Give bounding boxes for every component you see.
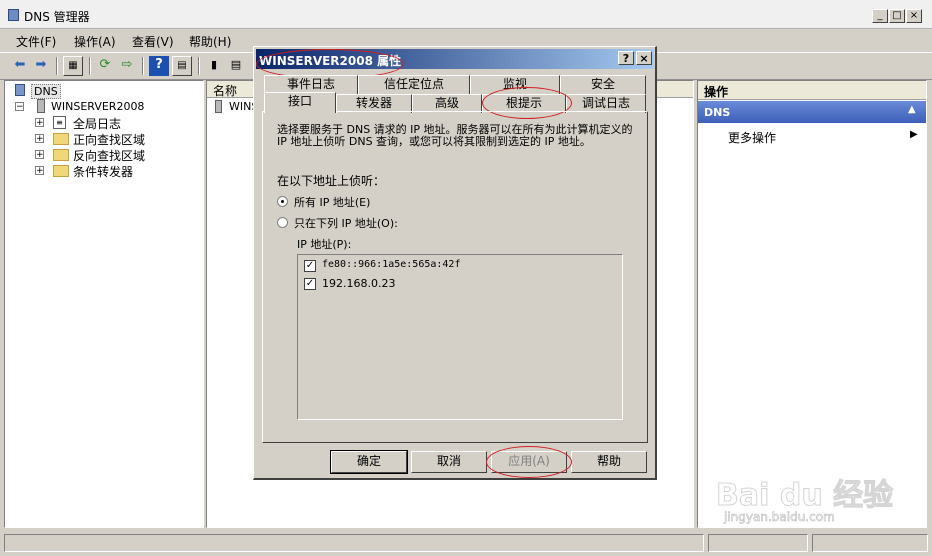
interfaces-description: 选择要服务于 DNS 请求的 IP 地址。服务器可以在所有为此计算机定义的 IP… [277,123,633,148]
tree-label: 全局日志 [73,117,122,131]
server-icon [37,99,45,113]
list-icon[interactable]: ▤ [226,56,246,76]
tab-security[interactable]: 安全 [560,75,646,94]
actions-section-dns[interactable]: DNS ▲ [698,101,926,123]
back-arrow-icon[interactable]: ⬅ [10,56,30,76]
folder-icon [53,133,69,145]
tab-interfaces[interactable]: 接口 [264,92,336,113]
refresh-icon[interactable]: ⟳ [95,56,115,76]
ip-checkbox[interactable]: ✓ [304,278,316,290]
radio-only-ip-label: 只在下列 IP 地址(O): [294,217,398,230]
dialog-close-button[interactable]: × [636,51,652,65]
tree-label: 正向查找区域 [73,133,146,147]
properties-dialog: WINSERVER2008 属性 ? × 事件日志 信任定位点 监视 安全 接口… [253,46,657,480]
actions-pane: 操作 DNS ▲ 更多操作 ▶ [697,80,927,528]
dialog-help-button[interactable]: ? [618,51,634,65]
ip-address-label: IP 地址(P): [297,238,352,251]
collapse-up-icon[interactable]: ▲ [908,104,916,115]
log-icon: ≡ [53,116,66,129]
ip-address-value: fe80::966:1a5e:565a:42f [322,259,461,270]
watermark-url: jingyan.baidu.com [724,510,835,525]
radio-only-ip[interactable]: 只在下列 IP 地址(O): [277,215,477,230]
radio-all-ip[interactable]: 所有 IP 地址(E) [277,194,477,209]
minimize-button[interactable]: _ [872,9,888,23]
baidu-watermark: Bai du 经验 jingyan.baidu.com [715,470,896,530]
actions-header: 操作 [698,81,926,100]
status-panel [4,534,704,552]
menu-help[interactable]: 帮助(H) [189,33,231,50]
expand-toggle[interactable]: + [35,134,44,144]
tree-label: WINSERVER2008 [51,100,145,113]
list-item[interactable]: ✓ fe80::966:1a5e:565a:42f [304,259,604,273]
status-panel [812,534,928,552]
help-icon[interactable]: ? [149,56,169,76]
ip-address-value: 192.168.0.23 [322,277,396,290]
expand-toggle[interactable]: + [35,150,44,160]
radio-all-ip-dot[interactable] [277,196,288,207]
tree-label: 反向查找区域 [73,149,146,163]
cancel-button[interactable]: 取消 [411,451,487,473]
tab-trust-anchors[interactable]: 信任定位点 [358,75,470,94]
toolbar-separator [198,57,200,75]
watermark-brand: Bai du 经验 [715,478,894,514]
tree-label: 条件转发器 [73,165,134,179]
listen-label: 在以下地址上侦听： [277,174,386,188]
dns-app-icon [8,9,19,21]
status-panel [708,534,808,552]
expand-toggle[interactable]: + [35,118,44,128]
menu-action[interactable]: 操作(A) [74,33,116,50]
annotation-ellipse [486,446,572,478]
menu-view[interactable]: 查看(V) [132,33,174,50]
radio-all-ip-label: 所有 IP 地址(E) [294,196,371,209]
status-bar [0,530,932,556]
maximize-button[interactable]: □ [889,9,905,23]
radio-only-ip-dot[interactable] [277,217,288,228]
collapse-toggle[interactable]: − [15,102,24,112]
close-button[interactable]: × [906,9,922,23]
actions-section-label: DNS [704,106,731,119]
panel-icon[interactable]: ▤ [172,56,192,76]
server-icon [215,100,222,113]
expand-toggle[interactable]: + [35,166,44,176]
toolbar-separator [142,57,144,75]
export-icon[interactable]: ⇨ [117,56,137,76]
tree-pane: DNS − WINSERVER2008 + ≡ 全局日志 + 正向查找区域 + … [4,80,204,528]
toolbar-separator [56,57,58,75]
show-tree-icon[interactable]: ▦ [63,56,83,76]
more-actions-link[interactable]: 更多操作 [728,129,776,146]
folder-icon [53,149,69,161]
actions-title: 操作 [704,85,729,99]
forward-arrow-icon[interactable]: ➡ [31,56,51,76]
server-icon[interactable]: ▮ [204,56,224,76]
ip-checkbox[interactable]: ✓ [304,260,316,272]
menu-file[interactable]: 文件(F) [16,33,56,50]
column-name-header[interactable]: 名称 [213,82,237,99]
window-titlebar: DNS 管理器 _ □ × [0,0,932,29]
chevron-right-icon: ▶ [910,129,918,140]
ip-address-list[interactable]: ✓ fe80::966:1a5e:565a:42f ✓ 192.168.0.23 [297,254,623,420]
window-title: DNS 管理器 [24,10,90,24]
list-item[interactable]: ✓ 192.168.0.23 [304,277,604,291]
tab-panel-interfaces: 选择要服务于 DNS 请求的 IP 地址。服务器可以在所有为此计算机定义的 IP… [262,111,648,443]
dns-icon [15,84,25,96]
folder-icon [53,165,69,177]
ok-button[interactable]: 确定 [330,450,408,474]
tree-label: DNS [31,84,61,99]
help-button[interactable]: 帮助 [571,451,647,473]
toolbar-separator [89,57,91,75]
